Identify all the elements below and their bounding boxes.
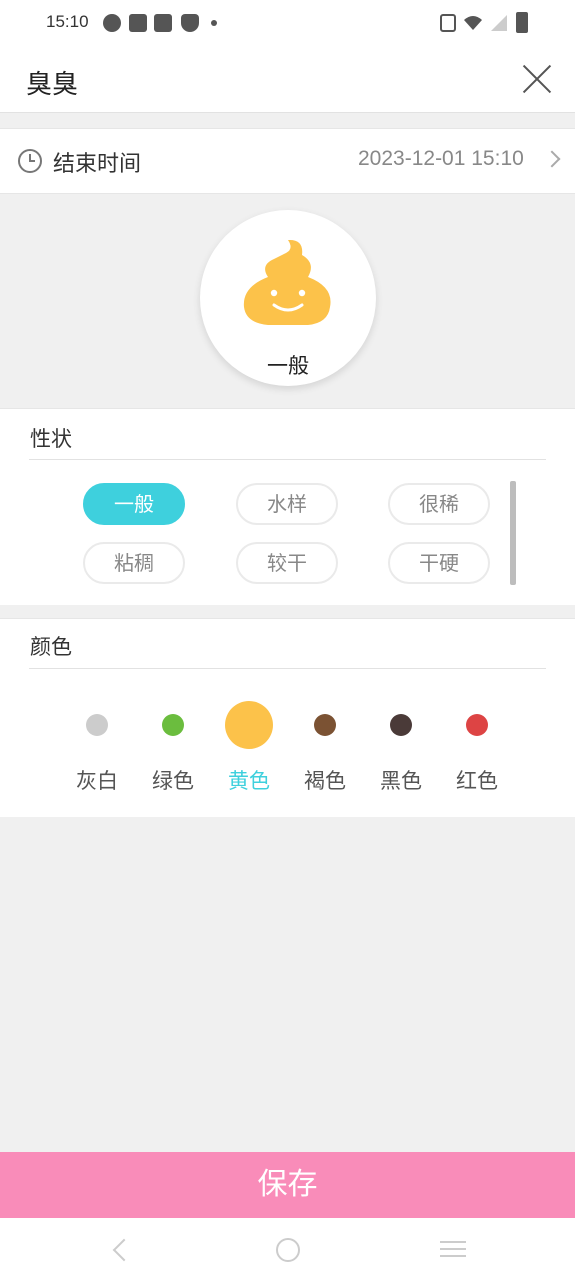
shape-option-4[interactable]: 粘稠 bbox=[83, 542, 185, 584]
status-bar: 15:10 bbox=[0, 0, 575, 48]
shape-section: 性状 一般 水样 很稀 粘稠 较干 干硬 bbox=[0, 408, 575, 605]
vibrate-icon bbox=[440, 14, 456, 32]
end-time-row[interactable]: 结束时间 2023-12-01 15:10 bbox=[0, 128, 575, 194]
shield-icon bbox=[181, 14, 199, 32]
color-section: 颜色 灰白 绿色 黄色 褐色 黑色 红色 bbox=[0, 618, 575, 817]
signal-icon bbox=[489, 14, 509, 32]
color-label-black[interactable]: 黑色 bbox=[361, 765, 441, 795]
shape-option-6[interactable]: 干硬 bbox=[388, 542, 490, 584]
preview-label: 一般 bbox=[267, 354, 309, 378]
scrollbar[interactable] bbox=[510, 481, 516, 585]
end-time-value[interactable]: 2023-12-01 15:10 bbox=[358, 147, 524, 171]
divider bbox=[29, 668, 546, 669]
home-icon[interactable] bbox=[276, 1238, 300, 1262]
chevron-right-icon bbox=[543, 150, 561, 168]
clock-icon bbox=[18, 149, 42, 173]
color-dot-grey-white[interactable] bbox=[86, 714, 108, 736]
shopping-bag-icon bbox=[129, 14, 147, 32]
menu-icon[interactable] bbox=[440, 1241, 466, 1257]
color-dot-red[interactable] bbox=[466, 714, 488, 736]
shape-option-1[interactable]: 一般 bbox=[83, 483, 185, 525]
header: 臭臭 bbox=[0, 48, 575, 113]
color-label-yellow[interactable]: 黄色 bbox=[209, 765, 289, 795]
color-label-brown[interactable]: 褐色 bbox=[285, 765, 365, 795]
shape-option-3[interactable]: 很稀 bbox=[388, 483, 490, 525]
color-label-green[interactable]: 绿色 bbox=[133, 765, 213, 795]
color-label-red[interactable]: 红色 bbox=[437, 765, 517, 795]
notification-dot-icon bbox=[211, 20, 217, 26]
shopping-bag-icon bbox=[154, 14, 172, 32]
end-time-label: 结束时间 bbox=[53, 152, 142, 177]
navigation-bar bbox=[0, 1218, 575, 1280]
color-title: 颜色 bbox=[30, 635, 72, 659]
back-icon[interactable] bbox=[112, 1238, 136, 1262]
poop-icon bbox=[238, 235, 338, 330]
color-dot-black[interactable] bbox=[390, 714, 412, 736]
status-time: 15:10 bbox=[46, 12, 89, 31]
close-icon[interactable] bbox=[520, 62, 554, 96]
color-dot-green[interactable] bbox=[162, 714, 184, 736]
divider bbox=[29, 459, 546, 460]
color-dot-brown[interactable] bbox=[314, 714, 336, 736]
shape-option-2[interactable]: 水样 bbox=[236, 483, 338, 525]
speedometer-icon bbox=[103, 14, 121, 32]
battery-icon bbox=[516, 12, 528, 33]
wifi-icon bbox=[463, 14, 483, 32]
color-dot-yellow[interactable] bbox=[225, 701, 273, 749]
color-label-grey-white[interactable]: 灰白 bbox=[57, 765, 137, 795]
save-button[interactable]: 保存 bbox=[0, 1152, 575, 1218]
shape-title: 性状 bbox=[30, 427, 72, 451]
page-title: 臭臭 bbox=[26, 70, 79, 100]
shape-option-5[interactable]: 较干 bbox=[236, 542, 338, 584]
